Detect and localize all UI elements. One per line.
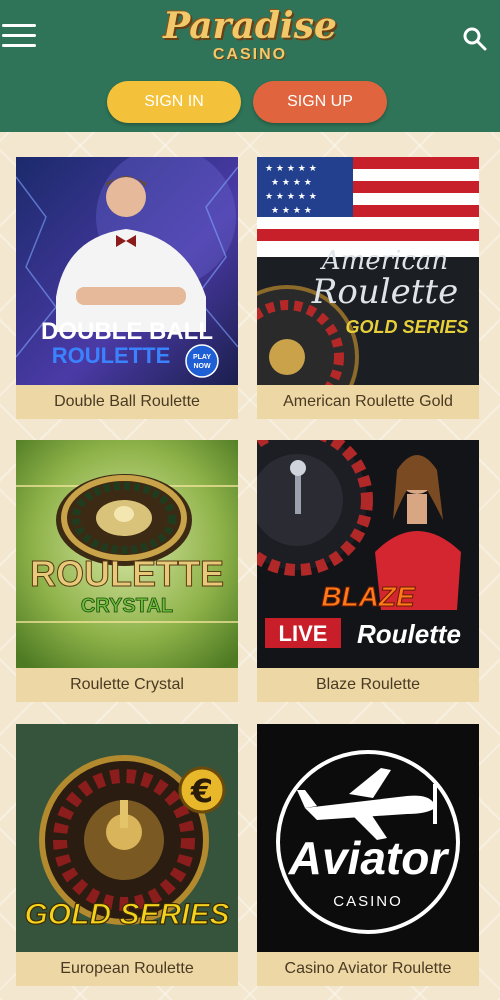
logo[interactable]: Paradise CASINO — [150, 6, 350, 70]
game-card-blaze-roulette[interactable]: BLAZE LIVE Roulette Blaze Roulette — [257, 440, 479, 702]
logo-main-text: Paradise — [163, 5, 337, 47]
euro-symbol: € — [190, 772, 213, 810]
live-text: LIVE — [279, 621, 328, 646]
svg-text:★ ★ ★ ★ ★: ★ ★ ★ ★ ★ — [265, 192, 317, 202]
game-thumbnail[interactable]: Aviator CASINO — [257, 724, 479, 952]
badge-text: NOW — [193, 363, 211, 370]
game-title[interactable]: Blaze Roulette — [257, 668, 479, 702]
game-title[interactable]: Casino Aviator Roulette — [257, 952, 479, 986]
game-card-casino-aviator-roulette[interactable]: Aviator CASINO Casino Aviator Roulette — [257, 724, 479, 986]
game-title[interactable]: Roulette Crystal — [16, 668, 238, 702]
art-title: Aviator — [288, 832, 450, 884]
art-subtitle: CRYSTAL — [81, 595, 173, 617]
art-series: GOLD SERIES — [345, 317, 468, 337]
logo-sub-text: CASINO — [212, 46, 288, 63]
play-now-badge — [185, 344, 219, 378]
header: Paradise CASINO SIGN IN SIGN UP — [0, 0, 500, 132]
game-card-european-roulette[interactable]: € GOLD SERIES European Roulette — [16, 724, 238, 986]
game-thumbnail[interactable]: € GOLD SERIES — [16, 724, 238, 952]
menu-bar — [2, 44, 36, 47]
menu-bar — [2, 34, 36, 37]
sign-in-button[interactable]: SIGN IN — [107, 81, 241, 123]
art-title: GOLD SERIES — [24, 898, 229, 931]
art-title: ROULETTE — [30, 553, 224, 594]
search-icon[interactable] — [462, 26, 488, 52]
game-card-roulette-crystal[interactable]: ROULETTE CRYSTAL Roulette Crystal — [16, 440, 238, 702]
svg-text:★ ★ ★ ★ ★: ★ ★ ★ ★ ★ — [265, 164, 317, 174]
svg-text:★ ★ ★ ★: ★ ★ ★ ★ — [271, 206, 312, 216]
art-subtitle: ROULETTE — [52, 343, 171, 368]
art-subtitle: Roulette — [311, 272, 458, 312]
art-title: DOUBLE BALL — [41, 318, 213, 345]
badge-text: PLAY — [193, 354, 211, 361]
game-card-double-ball-roulette[interactable]: DOUBLE BALL ROULETTE PLAY NOW Double Bal… — [16, 157, 238, 419]
menu-bar — [2, 24, 36, 27]
art-subtitle: Roulette — [357, 619, 461, 649]
game-thumbnail[interactable]: BLAZE LIVE Roulette — [257, 440, 479, 668]
game-title[interactable]: European Roulette — [16, 952, 238, 986]
game-thumbnail[interactable]: DOUBLE BALL ROULETTE PLAY NOW — [16, 157, 238, 385]
menu-icon[interactable] — [0, 20, 38, 52]
game-thumbnail[interactable]: ★ ★ ★ ★ ★ ★ ★ ★ ★ ★ ★ ★ ★ ★ ★ ★ ★ ★ Amer… — [257, 157, 479, 385]
art-title: BLAZE — [321, 581, 416, 612]
sign-up-button[interactable]: SIGN UP — [253, 81, 387, 123]
game-thumbnail[interactable]: ROULETTE CRYSTAL — [16, 440, 238, 668]
art-subtitle: CASINO — [333, 893, 403, 910]
game-title[interactable]: Double Ball Roulette — [16, 385, 238, 419]
svg-text:★ ★ ★ ★: ★ ★ ★ ★ — [271, 178, 312, 188]
game-card-american-roulette-gold[interactable]: ★ ★ ★ ★ ★ ★ ★ ★ ★ ★ ★ ★ ★ ★ ★ ★ ★ ★ Amer… — [257, 157, 479, 419]
game-title[interactable]: American Roulette Gold — [257, 385, 479, 419]
